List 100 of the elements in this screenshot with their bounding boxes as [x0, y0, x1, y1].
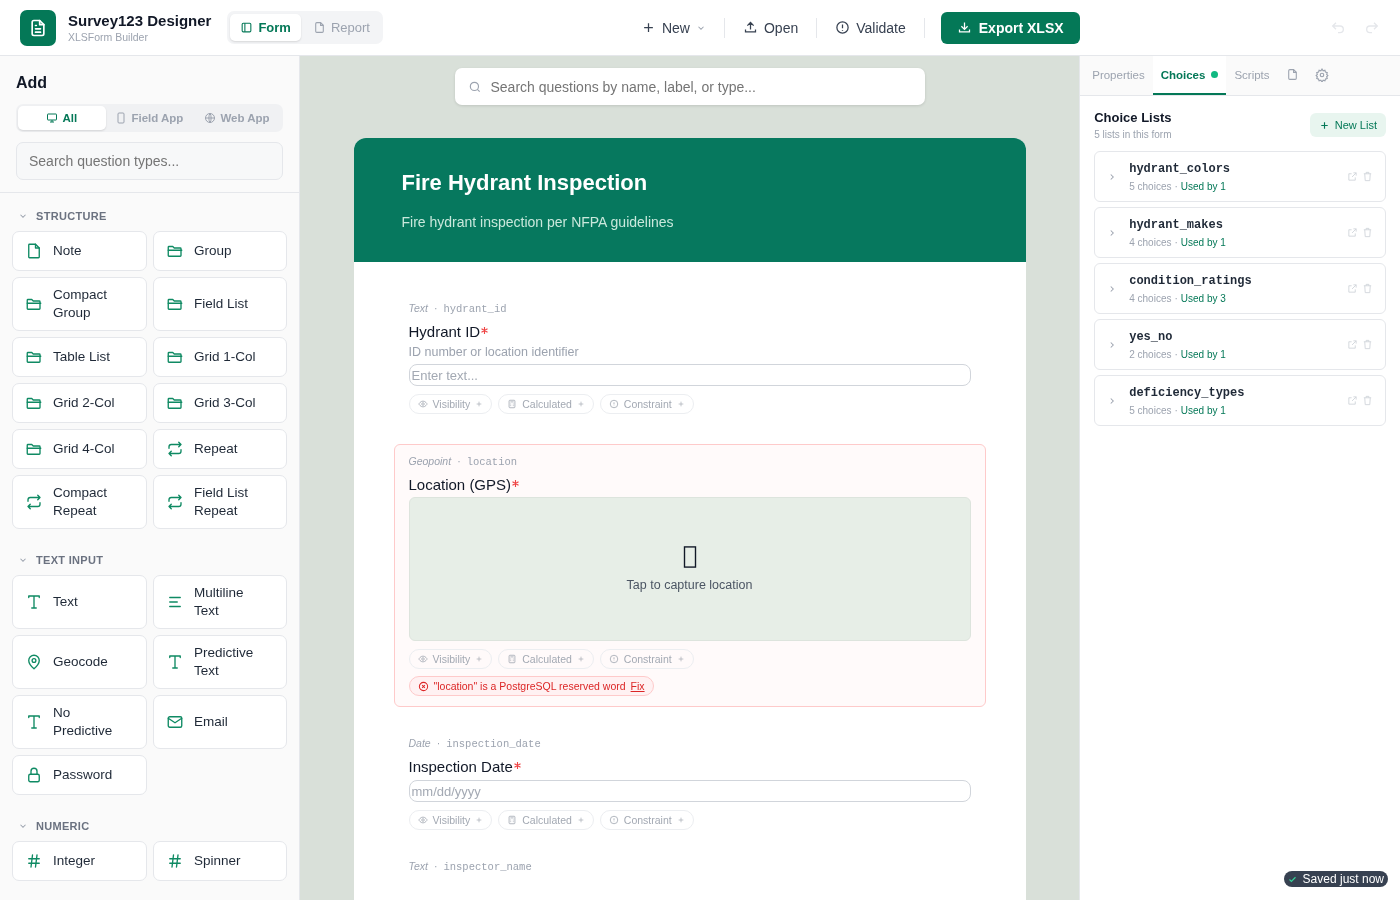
external-link-icon[interactable]	[1347, 339, 1358, 350]
choice-list-card[interactable]: yes_no 2 choices · Used by 1	[1094, 319, 1386, 370]
question-type-button[interactable]: Grid 4-Col	[12, 429, 147, 469]
list-name: yes_no	[1129, 329, 1174, 344]
list-name: hydrant_makes	[1129, 217, 1224, 232]
error-icon	[417, 680, 429, 692]
delete-icon[interactable]	[1362, 395, 1373, 406]
question-type-button[interactable]: Repeat	[153, 429, 287, 469]
toast-text: Saved just now	[1302, 872, 1384, 886]
check-icon	[1287, 874, 1297, 884]
input-field[interactable]: mm/dd/yyyy	[408, 780, 971, 802]
delete-icon[interactable]	[1362, 227, 1373, 238]
upload-icon	[742, 20, 758, 35]
text-icon	[166, 653, 184, 671]
separator-dot: ·	[1174, 236, 1178, 248]
note-icon	[25, 242, 43, 260]
delete-icon[interactable]	[1362, 171, 1373, 182]
app-subtitle: XLSForm Builder	[68, 31, 149, 43]
alert-circle-icon	[608, 399, 619, 409]
search-field[interactable]: Search question types...	[16, 142, 283, 180]
delete-icon[interactable]	[1362, 283, 1373, 294]
question-type-button[interactable]: Password	[12, 755, 147, 795]
choice-list-card[interactable]: hydrant_makes 4 choices · Used by 1	[1094, 207, 1386, 258]
choice-list-card[interactable]: deficiency_types 5 choices · Used by 1	[1094, 375, 1386, 426]
question-type-button[interactable]: Email	[153, 695, 287, 749]
separator-dot: ·	[433, 860, 438, 872]
panel-tab[interactable]: Choices	[1152, 56, 1227, 95]
toolbar-button[interactable]: Validate	[817, 13, 924, 42]
plus-icon	[475, 400, 484, 408]
alert-circle-icon	[835, 20, 851, 35]
platform-tab[interactable]: All	[18, 106, 106, 130]
separator-dot: ·	[1174, 404, 1178, 416]
view-tab[interactable]: Form	[230, 14, 301, 41]
choice-count: 4 choices	[1129, 236, 1172, 248]
question-type-button[interactable]: Grid 3-Col	[153, 383, 287, 423]
question-type-button[interactable]: Table List	[12, 337, 147, 377]
choice-count: 2 choices	[1129, 348, 1172, 360]
question-type-button[interactable]: Integer	[12, 841, 147, 881]
question-type-button[interactable]: Group	[153, 231, 287, 271]
repeat-icon	[166, 493, 184, 511]
question-type-button[interactable]: No Predictive	[12, 695, 147, 749]
question-name: hydrant_id	[443, 303, 507, 315]
question-type: Date	[408, 737, 431, 749]
eye-icon	[417, 815, 428, 825]
choice-list-card[interactable]: condition_ratings 4 choices · Used by 3	[1094, 263, 1386, 314]
external-link-icon[interactable]	[1347, 283, 1358, 294]
input-field[interactable]: Enter text...	[408, 364, 971, 386]
external-link-icon[interactable]	[1347, 171, 1358, 182]
question-type-button[interactable]: Grid 2-Col	[12, 383, 147, 423]
question-type-button[interactable]: Grid 1-Col	[153, 337, 287, 377]
toolbar-button[interactable]: Open	[724, 13, 817, 42]
choice-count: 5 choices	[1129, 404, 1172, 416]
search-field[interactable]: Search questions by name, label, or type...	[454, 68, 925, 105]
location-capture-area[interactable]: Tap to capture location	[408, 497, 971, 641]
toolbar-button[interactable]: New	[622, 13, 724, 42]
repeat-icon	[166, 440, 184, 458]
map-pin-icon	[25, 653, 43, 671]
settings-icon	[1314, 67, 1329, 82]
question-label: Hydrant ID	[408, 323, 481, 340]
question-type-button[interactable]: Compact Group	[12, 277, 147, 331]
new-list-button[interactable]: New List	[1309, 113, 1386, 137]
panel-subtitle: 5 lists in this form	[1094, 129, 1172, 140]
question-type-button[interactable]: Field List Repeat	[153, 475, 287, 529]
question-type-button[interactable]: Compact Repeat	[12, 475, 147, 529]
list-name: deficiency_types	[1129, 385, 1246, 400]
export-button[interactable]: Export XLSX	[940, 11, 1080, 44]
delete-icon[interactable]	[1362, 339, 1373, 350]
error-text: "location" is a PostgreSQL reserved word	[433, 680, 626, 692]
calculator-icon	[507, 654, 518, 664]
form-description: Fire hydrant inspection per NFPA guidelines	[401, 214, 675, 230]
section-header[interactable]: STRUCTURE	[12, 205, 287, 231]
section-header[interactable]: NUMERIC	[12, 815, 287, 841]
plus-icon	[475, 655, 484, 663]
question-type-button[interactable]: Text	[12, 575, 147, 629]
usage-count: Used by 1	[1180, 348, 1226, 360]
envelope-icon	[166, 713, 184, 731]
external-link-icon[interactable]	[1347, 395, 1358, 406]
section-header[interactable]: TEXT INPUT	[12, 549, 287, 575]
usage-count: Used by 3	[1180, 292, 1226, 304]
external-link-icon[interactable]	[1347, 227, 1358, 238]
lock-icon	[25, 766, 43, 784]
sidebar-title: Add	[16, 74, 49, 92]
plus-icon	[1318, 119, 1330, 131]
question-type-button[interactable]: Spinner	[153, 841, 287, 881]
question-type-button[interactable]: Multiline Text	[153, 575, 287, 629]
repeat-icon	[25, 493, 43, 511]
phone-icon	[115, 112, 128, 124]
question-type-button[interactable]: Predictive Text	[153, 635, 287, 689]
question-type-button[interactable]: Field List	[153, 277, 287, 331]
choice-count: 4 choices	[1129, 292, 1172, 304]
question-name: inspector_name	[443, 861, 532, 873]
separator-dot: ·	[1174, 292, 1178, 304]
choice-list-card[interactable]: hydrant_colors 5 choices · Used by 1	[1094, 151, 1386, 202]
question-type: Text	[408, 860, 428, 872]
plus-icon	[576, 655, 585, 663]
eye-icon	[417, 399, 428, 409]
eye-icon	[417, 654, 428, 664]
fix-link[interactable]: Fix	[630, 680, 645, 692]
question-type-button[interactable]: Note	[12, 231, 147, 271]
question-type-button[interactable]: Geocode	[12, 635, 147, 689]
